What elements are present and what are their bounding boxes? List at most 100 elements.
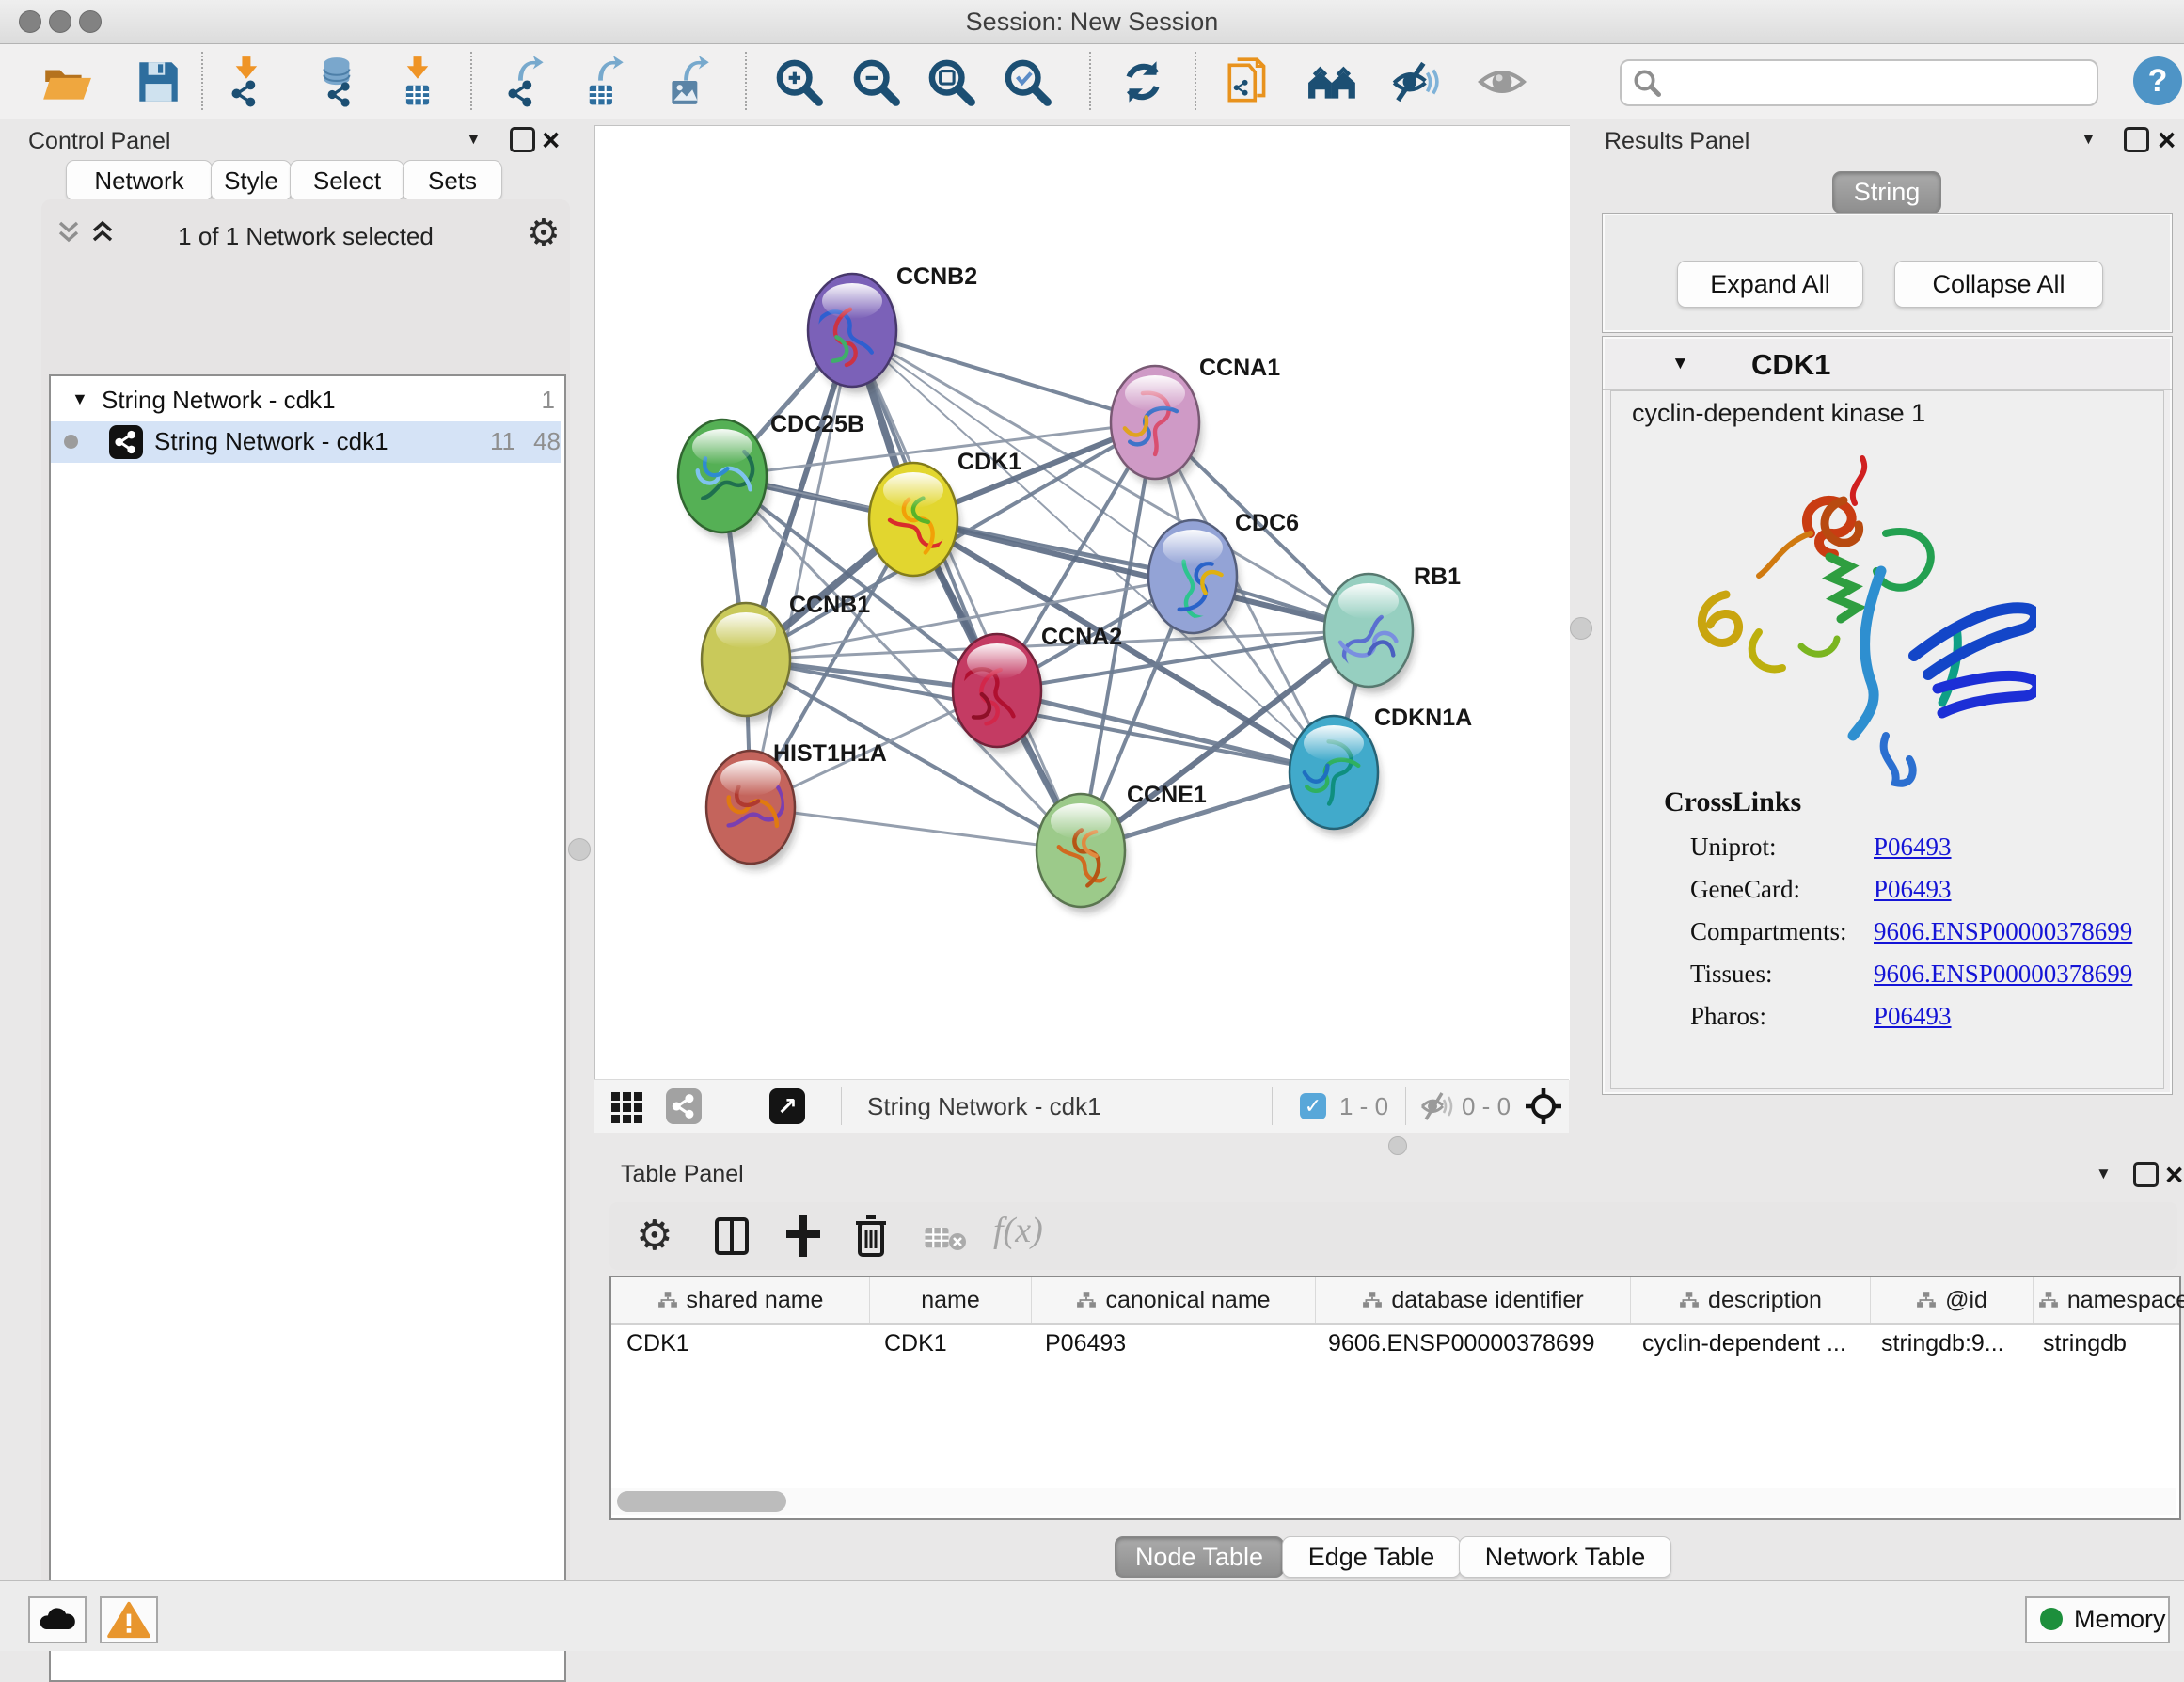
crosslink-link[interactable]: P06493 <box>1874 833 1952 862</box>
delete-column-trash-icon[interactable] <box>852 1214 890 1259</box>
delete-table-icon[interactable] <box>922 1221 967 1253</box>
search-input[interactable] <box>1620 59 2098 106</box>
column-header-@id[interactable]: @id <box>1871 1277 2034 1323</box>
node-RB1[interactable] <box>1324 574 1416 693</box>
results-panel-menu-icon[interactable]: ▼ <box>2081 130 2097 149</box>
table-hscrollbar[interactable] <box>611 1488 2176 1515</box>
selected-checkbox-icon[interactable]: ✓ <box>1300 1093 1326 1119</box>
cloud-icon <box>32 1600 83 1640</box>
node-CCNA1[interactable] <box>1111 366 1202 485</box>
show-columns-icon[interactable] <box>711 1215 752 1257</box>
protein-disclosure-icon[interactable]: ▼ <box>1671 354 1689 374</box>
cell-shared-name[interactable]: CDK1 <box>611 1325 869 1366</box>
control-panel-float-icon[interactable] <box>510 127 535 152</box>
tab-node-table[interactable]: Node Table <box>1115 1536 1284 1578</box>
tab-network-table[interactable]: Network Table <box>1459 1536 1671 1578</box>
import-table-icon[interactable] <box>391 56 444 108</box>
cell-database-identifier[interactable]: 9606.ENSP00000378699 <box>1313 1325 1627 1366</box>
zoom-selected-icon[interactable] <box>1001 56 1053 108</box>
control-panel-close-icon[interactable]: × <box>542 130 560 150</box>
separator <box>1272 1087 1273 1125</box>
node-CCNB1[interactable] <box>702 603 793 722</box>
node-CCNB2[interactable] <box>808 274 899 393</box>
edge-HIST1H1A-CCNE1[interactable] <box>751 807 1081 850</box>
column-header-shared-name[interactable]: shared name <box>611 1277 870 1323</box>
node-CDC6[interactable] <box>1148 520 1240 640</box>
memory-button[interactable]: Memory <box>2025 1596 2170 1643</box>
refresh-icon[interactable] <box>1116 56 1169 108</box>
string-view-icon[interactable] <box>666 1088 702 1124</box>
results-panel-close-icon[interactable]: × <box>2158 130 2176 150</box>
edge-CCNB2-CCNE1[interactable] <box>852 330 1081 850</box>
tab-network[interactable]: Network <box>66 160 213 201</box>
hide-glass-eye-icon[interactable] <box>1388 56 1441 108</box>
zoom-fit-icon[interactable] <box>925 56 977 108</box>
node-CCNA2[interactable] <box>953 634 1044 754</box>
create-column-plus-icon[interactable] <box>783 1214 824 1259</box>
network-collection-row[interactable]: ▼ String Network - cdk1 1 <box>51 380 561 421</box>
cell-description[interactable]: cyclin-dependent ... <box>1627 1325 1866 1366</box>
tab-style[interactable]: Style <box>211 160 292 201</box>
control-panel-menu-icon[interactable]: ▼ <box>466 130 482 149</box>
edge-CDK1-RB1[interactable] <box>913 519 1369 630</box>
cell-name[interactable]: CDK1 <box>869 1325 1030 1366</box>
import-network-file-icon[interactable] <box>222 56 275 108</box>
disclosure-triangle-icon[interactable]: ▼ <box>71 389 88 409</box>
collapse-all-button[interactable]: Collapse All <box>1894 261 2103 308</box>
expand-all-button[interactable]: Expand All <box>1677 261 1863 308</box>
import-network-database-icon[interactable] <box>312 56 365 108</box>
tab-string[interactable]: String <box>1832 171 1941 214</box>
birds-eye-view-icon[interactable]: ↗ <box>769 1088 805 1124</box>
cell-canonical-name[interactable]: P06493 <box>1030 1325 1313 1366</box>
column-header-name[interactable]: name <box>870 1277 1032 1323</box>
fit-selected-crosshair-icon[interactable] <box>1524 1087 1563 1126</box>
results-panel-float-icon[interactable] <box>2124 127 2149 152</box>
cloud-status-button[interactable] <box>28 1596 87 1643</box>
node-HIST1H1A[interactable] <box>706 751 798 870</box>
edge-CCNB2-HIST1H1A[interactable] <box>751 330 852 807</box>
tab-edge-table[interactable]: Edge Table <box>1282 1536 1461 1578</box>
table-row[interactable]: CDK1CDK1P064939606.ENSP00000378699cyclin… <box>611 1325 2179 1366</box>
crosslink-link[interactable]: 9606.ENSP00000378699 <box>1874 917 2132 946</box>
cell-namespace[interactable]: stringdb <box>2028 1325 2184 1366</box>
network-canvas[interactable]: CCNB2CCNA1CDC25BCDK1CDC6RB1CCNB1CCNA2CDK… <box>594 125 1570 1080</box>
column-header-database-identifier[interactable]: database identifier <box>1316 1277 1631 1323</box>
network-row[interactable]: String Network - cdk1 11 48 <box>51 421 561 463</box>
string-document-icon[interactable] <box>1222 56 1274 108</box>
save-session-icon[interactable] <box>132 56 184 108</box>
crosslink-link[interactable]: P06493 <box>1874 875 1952 904</box>
column-header-description[interactable]: description <box>1631 1277 1871 1323</box>
export-network-icon[interactable] <box>500 56 553 108</box>
string-home-icon[interactable] <box>1306 56 1359 108</box>
node-label-CCNE1: CCNE1 <box>1127 782 1207 808</box>
glass-eye-icon[interactable] <box>1476 56 1528 108</box>
node-CCNE1[interactable] <box>1037 794 1128 913</box>
hscrollbar-thumb[interactable] <box>617 1491 786 1512</box>
table-settings-gear-icon[interactable]: ⚙ <box>636 1212 673 1260</box>
crosslink-link[interactable]: 9606.ENSP00000378699 <box>1874 960 2132 989</box>
open-session-icon[interactable] <box>40 56 92 108</box>
node-CDK1[interactable] <box>869 463 960 582</box>
cell-@id[interactable]: stringdb:9... <box>1866 1325 2028 1366</box>
table-panel-menu-icon[interactable]: ▼ <box>2096 1165 2112 1183</box>
tab-select[interactable]: Select <box>290 160 404 201</box>
hidden-eye-icon[interactable] <box>1418 1088 1454 1124</box>
network-options-gear-icon[interactable]: ⚙ <box>527 212 561 255</box>
export-image-icon[interactable] <box>662 56 715 108</box>
grid-view-icon[interactable] <box>609 1088 645 1124</box>
function-builder-icon[interactable]: f(x) <box>993 1210 1043 1251</box>
node-CDC25B[interactable] <box>678 420 769 539</box>
zoom-in-icon[interactable] <box>772 56 825 108</box>
crosslink-link[interactable]: P06493 <box>1874 1002 1952 1031</box>
help-icon[interactable]: ? <box>2133 56 2182 105</box>
tab-sets[interactable]: Sets <box>403 160 502 201</box>
zoom-out-icon[interactable] <box>849 56 902 108</box>
left-splitter-handle[interactable] <box>568 838 591 861</box>
node-CDKN1A[interactable] <box>1290 716 1381 835</box>
table-panel-close-icon[interactable]: × <box>2165 1165 2183 1184</box>
column-header-namespace[interactable]: namespace <box>2034 1277 2184 1323</box>
export-table-icon[interactable] <box>578 56 631 108</box>
warning-status-button[interactable] <box>100 1596 158 1643</box>
column-header-canonical-name[interactable]: canonical name <box>1032 1277 1316 1323</box>
table-panel-float-icon[interactable] <box>2133 1162 2159 1187</box>
